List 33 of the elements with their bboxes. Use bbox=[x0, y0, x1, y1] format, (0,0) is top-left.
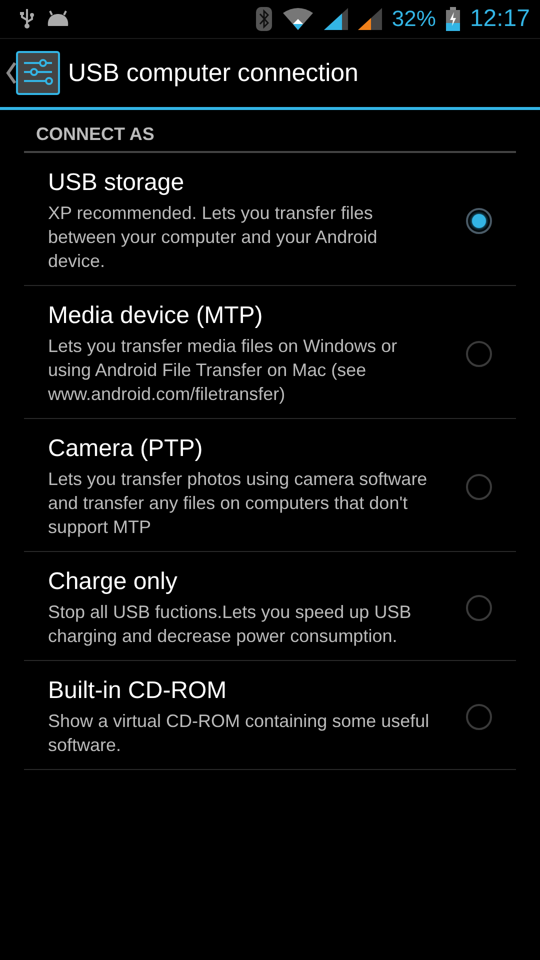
option-description: Lets you transfer media files on Windows or using Android File Transfer on Mac (see www.android.com/filetransfer) bbox=[48, 335, 398, 406]
usb-icon bbox=[18, 8, 36, 30]
radio-button[interactable] bbox=[466, 208, 492, 234]
radio-button[interactable] bbox=[466, 341, 492, 367]
radio-button[interactable] bbox=[466, 704, 492, 730]
connection-option[interactable]: USB storage XP recommended. Lets you transfer files between your computer and your Android device. bbox=[24, 153, 516, 286]
radio-button[interactable] bbox=[466, 474, 492, 500]
option-description: Stop all USB fuctions.Lets you speed up USB charging and decrease power consumption. bbox=[48, 601, 412, 648]
option-description: XP recommended. Lets you transfer files between your computer and your Android device. bbox=[48, 202, 378, 273]
connection-option[interactable]: Media device (MTP) Lets you transfer media files on Windows or using Android File Transfer on Mac (see www.android.com/filetransfer) bbox=[24, 286, 516, 419]
wifi-icon bbox=[282, 7, 314, 31]
option-title: Camera (PTP) bbox=[48, 435, 204, 463]
option-title: USB storage bbox=[48, 169, 186, 197]
signal-icon bbox=[358, 8, 382, 30]
radio-button[interactable] bbox=[466, 595, 492, 621]
back-caret-icon[interactable] bbox=[6, 62, 16, 84]
battery-charging-icon bbox=[446, 7, 460, 31]
connection-option[interactable]: Charge only Stop all USB fuctions.Lets you speed up USB charging and decrease power consumption. bbox=[24, 552, 516, 661]
bluetooth-icon bbox=[256, 7, 272, 31]
connection-option[interactable]: Built-in CD-ROM Show a virtual CD-ROM containing some useful software. bbox=[24, 661, 516, 770]
screen-title: USB computer connection bbox=[68, 58, 358, 88]
section-header: CONNECT AS bbox=[36, 124, 154, 144]
option-description: Show a virtual CD-ROM containing some useful software. bbox=[48, 710, 430, 757]
option-title: Built-in CD-ROM bbox=[48, 677, 228, 705]
android-icon bbox=[46, 10, 70, 28]
option-title: Charge only bbox=[48, 568, 178, 596]
battery-percentage: 32% bbox=[392, 6, 436, 32]
settings-app-icon[interactable] bbox=[16, 51, 60, 95]
signal-icon bbox=[324, 8, 348, 30]
clock-time: 12:17 bbox=[470, 5, 530, 33]
option-description: Lets you transfer photos using camera software and transfer any files on computers that don't support MTP bbox=[48, 468, 428, 539]
option-title: Media device (MTP) bbox=[48, 302, 264, 330]
connection-option[interactable]: Camera (PTP) Lets you transfer photos using camera software and transfer any files on computers that don't support MTP bbox=[24, 419, 516, 552]
